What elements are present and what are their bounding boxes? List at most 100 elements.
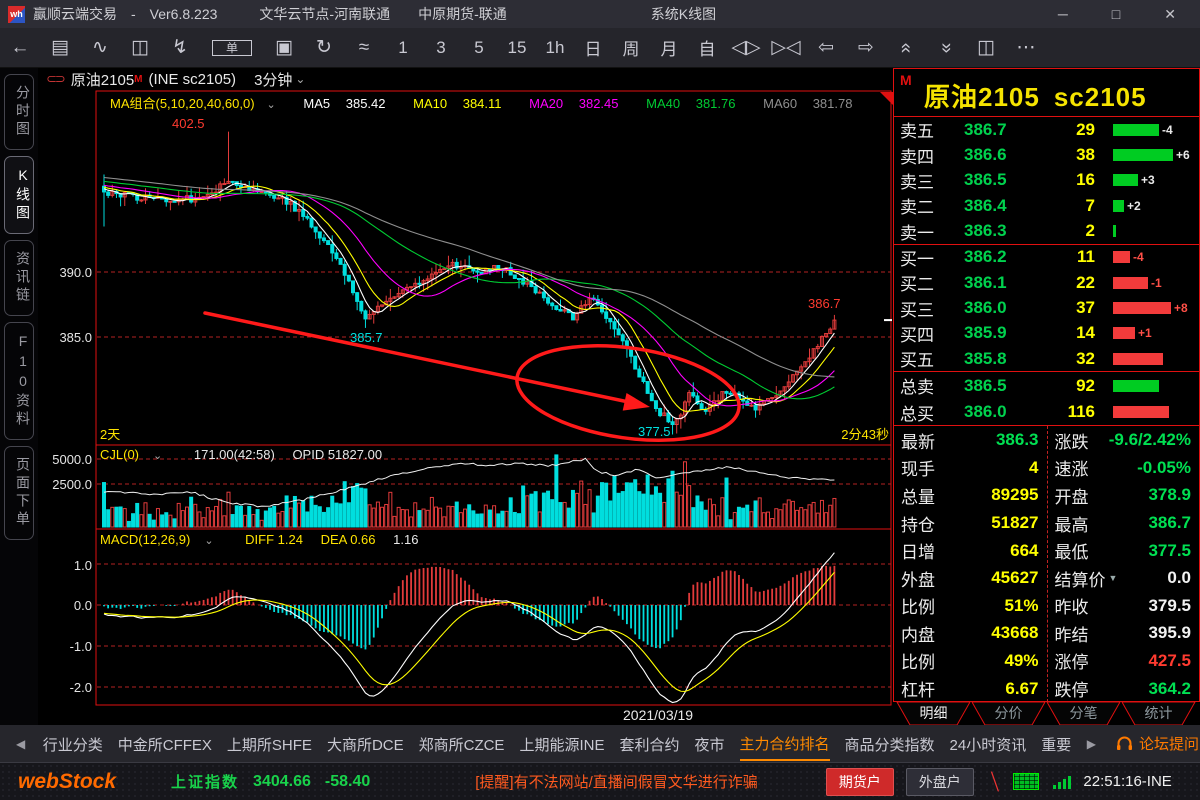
chart-area[interactable]: MA组合(5,10,20,40,60,0)⌄ MA5 385.42 MA10 3… [38,90,893,725]
line-chart-icon[interactable]: ∿ [80,36,120,59]
candlestick-icon[interactable]: ◫ [120,36,160,59]
book-row-volume: 116 [1034,402,1113,422]
sidebar-tab-5[interactable]: 页面下单 [4,446,34,540]
book-row-bid-2[interactable]: 买三386.037+8 [894,295,1199,320]
nav-item-上期所SHFE[interactable]: 上期所SHFE [227,727,312,760]
stat-value: 377.5 [1089,541,1192,561]
chart-symbol[interactable]: 原油2105 [71,69,134,90]
period-button-日[interactable]: 日 [574,35,612,60]
lightning-order-icon[interactable]: ↯ [160,36,200,59]
session-high-label: 402.5 [172,116,205,131]
period-button-1[interactable]: 1 [384,38,422,58]
ma40-value: MA40 381.76 [646,96,747,111]
nav-item-商品分类指数[interactable]: 商品分类指数 [845,727,935,760]
quote-tab-明细[interactable]: 明细 [897,702,970,725]
sidebar-tab-1[interactable]: 分时图 [4,74,34,150]
minimize-button[interactable]: ─ [1058,6,1068,22]
book-row-label: 卖四 [900,143,950,168]
book-row-ask-total-0[interactable]: 总卖386.592 [894,372,1199,399]
close-button[interactable]: ✕ [1164,6,1176,23]
book-row-volume: 11 [1034,247,1113,267]
nav-scroll-left-icon[interactable]: ◀ [16,737,25,751]
quote-tab-分笔[interactable]: 分笔 [1047,702,1120,725]
stat-row-left-4: 日增664 [894,537,1047,565]
forum-link[interactable]: 论坛提问 [1116,733,1199,754]
visible-span-label: 2天 [100,424,120,443]
book-row-price: 386.2 [950,247,1034,267]
book-row-bid-3[interactable]: 买四385.914+1 [894,321,1199,346]
book-row-ask-3[interactable]: 卖二386.47+2 [894,193,1199,218]
expand-down-icon[interactable]: » [935,28,957,68]
stat-label: 昨收 [1055,593,1089,618]
svg-text:分笔: 分笔 [1070,705,1098,721]
period-button-月[interactable]: 月 [650,35,688,60]
sidebar-tab-2[interactable]: K线图 [4,156,34,234]
stat-label: 内盘 [901,621,935,646]
quote-tab-统计[interactable]: 统计 [1122,702,1195,725]
book-row-bid-4[interactable]: 买五385.832 [894,346,1199,371]
macd-indicator-bar[interactable]: MACD(12,26,9)⌄ DIFF 1.24 DEA 0.66 1.16 [100,532,432,547]
nav-item-主力合约排名[interactable]: 主力合约排名 [740,726,830,761]
dropdown-arrow-icon[interactable]: ▼ [1109,573,1118,583]
book-row-ask-2[interactable]: 卖三386.516+3 [894,168,1199,193]
period-button-5[interactable]: 5 [460,38,498,58]
x-axis-date-label: 2021/03/19 [623,707,693,723]
nav-item-套利合约[interactable]: 套利合约 [619,727,679,760]
book-row-bid-1[interactable]: 买二386.122-1 [894,270,1199,295]
book-row-ask-1[interactable]: 卖四386.638+6 [894,142,1199,167]
quote-tab-分价[interactable]: 分价 [972,702,1045,725]
save-icon[interactable]: ▣ [264,36,304,59]
period-button-3[interactable]: 3 [422,38,460,58]
index-name[interactable]: 上证指数 [171,771,239,792]
keyboard-icon[interactable] [1013,773,1039,790]
nav-item-郑商所CZCE[interactable]: 郑商所CZCE [419,727,505,760]
layout-icon[interactable]: ◫ [966,36,1006,59]
overseas-account-button[interactable]: 外盘户 [906,768,974,796]
quote-symbol[interactable]: 原油2105sc2105 [924,77,1147,114]
kline-chart-svg[interactable] [38,90,893,725]
connection-line-icon: ╲ [988,771,1000,792]
period-button-15[interactable]: 15 [498,38,536,58]
collapse-up-icon[interactable]: » [895,28,917,68]
nav-item-重要[interactable]: 重要 [1041,727,1071,760]
page-left-icon[interactable]: ⇦ [806,36,846,59]
nav-item-上期能源INE[interactable]: 上期能源INE [519,727,604,760]
book-row-volume: 29 [1034,120,1113,140]
zoom-out-icon[interactable]: ◁▷ [726,36,766,59]
indicator-switch-icon[interactable]: ≈ [344,37,384,59]
period-button-1h[interactable]: 1h [536,38,574,58]
more-icon[interactable]: ⋯ [1006,36,1046,59]
book-row-bid-total-1[interactable]: 总买386.0116 [894,399,1199,426]
nav-item-中金所CFFEX[interactable]: 中金所CFFEX [118,727,212,760]
zoom-in-icon[interactable]: ▷◁ [766,36,806,59]
futures-account-button[interactable]: 期货户 [826,768,894,796]
page-right-icon[interactable]: ⇨ [846,36,886,59]
period-button-周[interactable]: 周 [612,35,650,60]
quote-list-icon[interactable]: ▤ [40,36,80,59]
sidebar-tab-4[interactable]: F10资料 [4,322,34,440]
book-row-label: 卖五 [900,117,950,142]
maximize-button[interactable]: □ [1112,6,1120,22]
nav-item-24小时资讯[interactable]: 24小时资讯 [950,727,1027,760]
nav-item-行业分类[interactable]: 行业分类 [43,727,103,760]
refresh-icon[interactable]: ↻ [304,36,344,59]
book-row-bid-0[interactable]: 买一386.211-4 [894,245,1199,270]
order-panel-icon[interactable]: 单 [212,40,252,56]
volume-axis-5000: 5000.0 [40,452,92,467]
book-row-price: 386.6 [950,145,1034,165]
nav-item-夜市[interactable]: 夜市 [694,727,724,760]
nav-item-大商所DCE[interactable]: 大商所DCE [327,727,404,760]
stat-row-right-6: 昨收379.5 [1048,592,1200,620]
back-icon[interactable]: ← [0,37,40,59]
nav-scroll-right-icon[interactable]: ▶ [1087,737,1096,751]
book-row-ask-0[interactable]: 卖五386.729-4 [894,117,1199,142]
ma20-value: MA20 382.45 [529,96,630,111]
sidebar-tab-3[interactable]: 资讯链 [4,240,34,316]
period-button-自[interactable]: 自 [688,35,726,60]
chart-period-selector[interactable]: 3分钟 [254,69,292,90]
price-axis-385: 385.0 [40,330,92,345]
link-contract-icon[interactable]: ⊂⊃ [46,71,64,87]
book-row-ask-4[interactable]: 卖一386.32 [894,218,1199,243]
volume-indicator-bar[interactable]: CJL(0)⌄ 171.00(42:58) OPID 51827.00 [100,447,396,462]
ma-indicator-bar[interactable]: MA组合(5,10,20,40,60,0)⌄ MA5 385.42 MA10 3… [110,93,876,112]
